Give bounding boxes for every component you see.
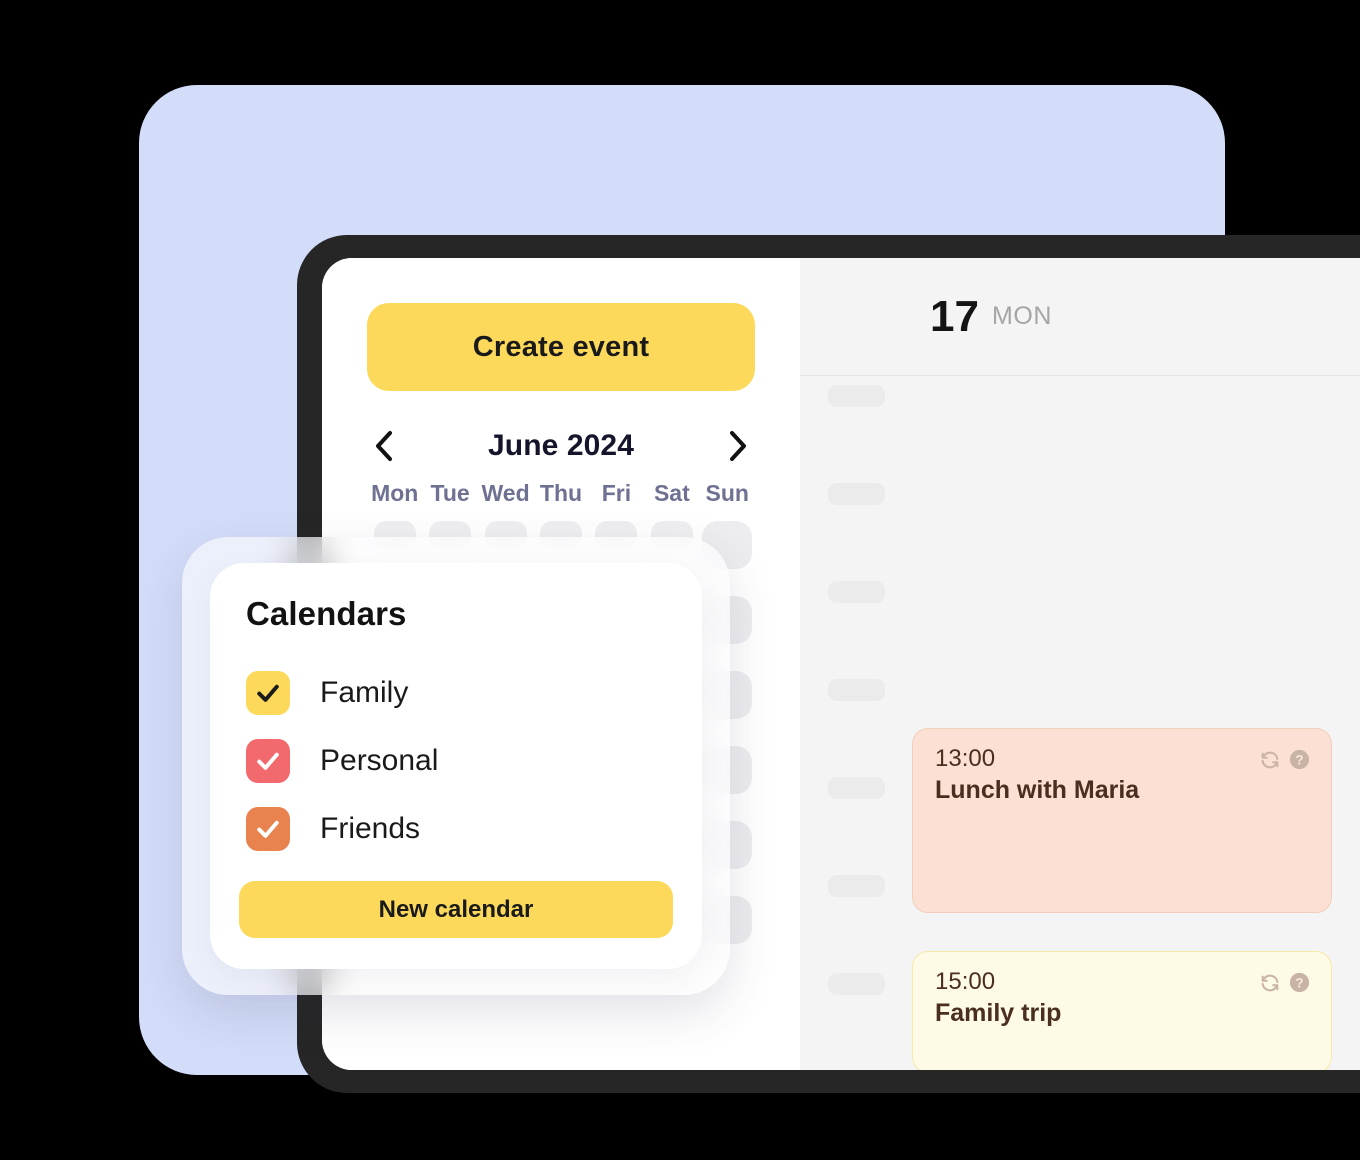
event-card-header: 13:00 Lunch with Maria? [935, 745, 1311, 804]
time-slot-column [828, 385, 888, 1070]
event-card-header: 15:00 Family trip? [935, 968, 1311, 1027]
chevron-left-icon [371, 429, 397, 463]
calendar-list-item[interactable]: Personal [246, 727, 666, 795]
calendar-list-item[interactable]: Family [246, 659, 666, 727]
event-time: 15:00 [935, 968, 996, 995]
time-slot-label [828, 973, 885, 995]
month-label: June 2024 [488, 429, 634, 462]
event-icon-group: ? [1259, 971, 1311, 994]
weekday-mon: Mon [371, 480, 419, 506]
weekday-tue: Tue [430, 480, 470, 506]
next-month-button[interactable] [721, 429, 755, 463]
calendar-name: Personal [320, 744, 439, 777]
calendar-checkbox[interactable] [246, 671, 290, 715]
svg-text:?: ? [1295, 752, 1303, 767]
time-slot-label [828, 581, 885, 603]
event-title: Lunch with Maria [935, 775, 1140, 804]
calendar-checkbox[interactable] [246, 807, 290, 851]
event-card[interactable]: 13:00 Lunch with Maria? [912, 728, 1332, 913]
chevron-right-icon [725, 429, 751, 463]
calendar-name: Friends [320, 812, 421, 845]
help-circle-icon[interactable]: ? [1288, 971, 1311, 994]
weekday-wed: Wed [481, 480, 530, 506]
event-time: 13:00 [935, 745, 996, 772]
month-navigation: June 2024 [367, 424, 755, 468]
weekday-fri: Fri [601, 480, 632, 506]
calendar-list: Family Personal Friends [246, 659, 666, 863]
weekday-thu: Thu [539, 480, 583, 506]
popup-title: Calendars [246, 595, 407, 632]
time-slot-label [828, 679, 885, 701]
sync-icon[interactable] [1259, 972, 1281, 994]
new-calendar-button[interactable]: New calendar [239, 881, 673, 938]
time-slot-label [828, 385, 885, 407]
check-icon [257, 752, 279, 770]
svg-text:?: ? [1295, 975, 1303, 990]
time-slot-label [828, 875, 885, 897]
event-text-block: 15:00 Family trip [935, 968, 1061, 1027]
events-layer: 13:00 Lunch with Maria? 15:00 Family trip? [912, 258, 1342, 1070]
event-card[interactable]: 15:00 Family trip? [912, 951, 1332, 1070]
check-icon [257, 820, 279, 838]
day-view-panel: 17 MON 13:00 Lunch with Maria? 15:00 Family… [800, 258, 1360, 1070]
weekday-header-row: Mon Tue Wed Thu Fri Sat Sun [367, 480, 755, 507]
sync-icon[interactable] [1259, 749, 1281, 771]
event-title: Family trip [935, 998, 1062, 1027]
calendar-list-item[interactable]: Friends [246, 795, 666, 863]
help-circle-icon[interactable]: ? [1288, 748, 1311, 771]
event-icon-group: ? [1259, 748, 1311, 771]
weekday-sun: Sun [705, 480, 749, 506]
calendar-name: Family [320, 676, 409, 709]
create-event-button[interactable]: Create event [367, 303, 755, 391]
calendars-popup: Calendars Family Personal Friends New cale… [210, 563, 702, 969]
prev-month-button[interactable] [367, 429, 401, 463]
time-slot-label [828, 777, 885, 799]
check-icon [257, 684, 279, 702]
weekday-sat: Sat [653, 480, 690, 506]
event-text-block: 13:00 Lunch with Maria [935, 745, 1139, 804]
time-slot-label [828, 483, 885, 505]
calendar-checkbox[interactable] [246, 739, 290, 783]
